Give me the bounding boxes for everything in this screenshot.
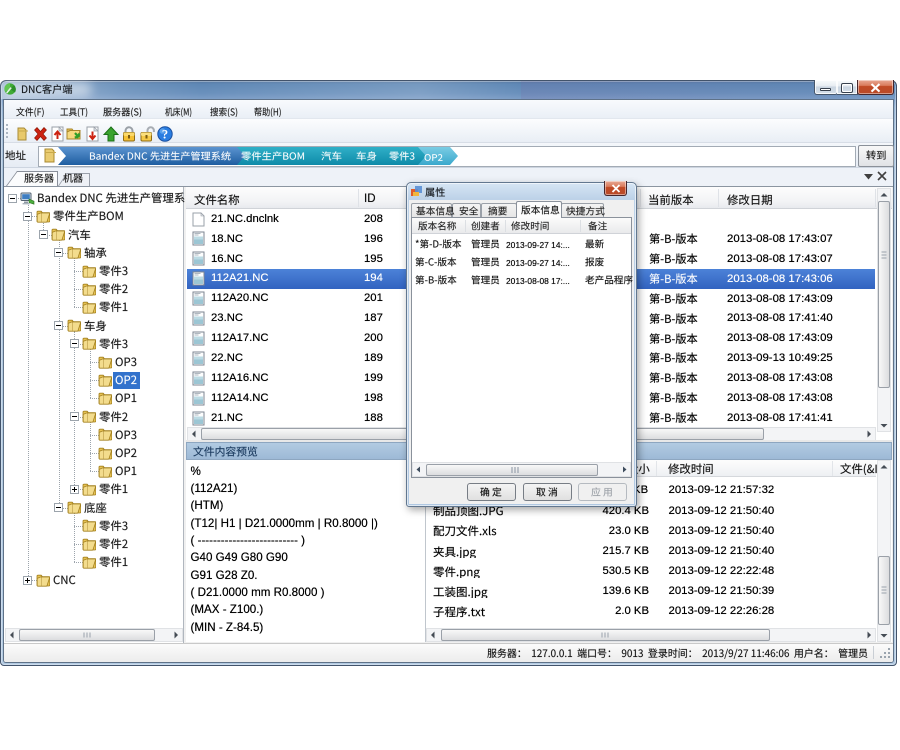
svg-text:?: ? <box>162 128 168 142</box>
